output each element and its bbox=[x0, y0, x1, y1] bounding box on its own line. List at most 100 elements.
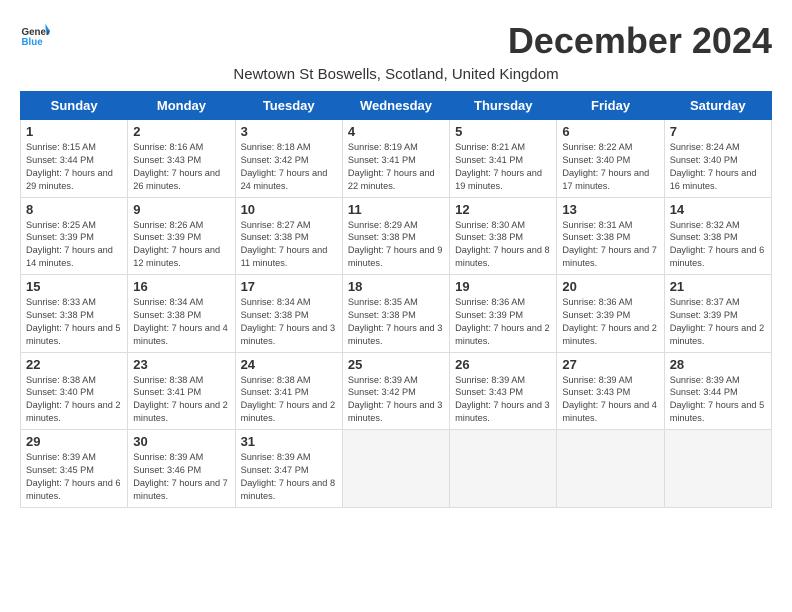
day-number: 17 bbox=[241, 279, 337, 294]
day-info: Sunrise: 8:37 AM Sunset: 3:39 PM Dayligh… bbox=[670, 296, 766, 348]
daylight-hours: Daylight: 7 hours and 16 minutes. bbox=[670, 168, 757, 191]
sunset-time: Sunset: 3:40 PM bbox=[670, 155, 738, 165]
sunrise-time: Sunrise: 8:38 AM bbox=[241, 375, 311, 385]
daylight-hours: Daylight: 7 hours and 11 minutes. bbox=[241, 245, 328, 268]
daylight-hours: Daylight: 7 hours and 8 minutes. bbox=[455, 245, 550, 268]
daylight-hours: Daylight: 7 hours and 2 minutes. bbox=[241, 400, 336, 423]
calendar-cell: 16 Sunrise: 8:34 AM Sunset: 3:38 PM Dayl… bbox=[128, 275, 235, 353]
calendar-cell: 22 Sunrise: 8:38 AM Sunset: 3:40 PM Dayl… bbox=[21, 352, 128, 430]
day-info: Sunrise: 8:36 AM Sunset: 3:39 PM Dayligh… bbox=[455, 296, 551, 348]
sunrise-time: Sunrise: 8:38 AM bbox=[133, 375, 203, 385]
calendar-cell: 29 Sunrise: 8:39 AM Sunset: 3:45 PM Dayl… bbox=[21, 430, 128, 508]
sunrise-time: Sunrise: 8:22 AM bbox=[562, 142, 632, 152]
calendar-cell bbox=[450, 430, 557, 508]
day-info: Sunrise: 8:35 AM Sunset: 3:38 PM Dayligh… bbox=[348, 296, 444, 348]
calendar-cell: 25 Sunrise: 8:39 AM Sunset: 3:42 PM Dayl… bbox=[342, 352, 449, 430]
sunrise-time: Sunrise: 8:31 AM bbox=[562, 220, 632, 230]
page-header: General Blue December 2024 bbox=[20, 20, 772, 62]
daylight-hours: Daylight: 7 hours and 17 minutes. bbox=[562, 168, 649, 191]
daylight-hours: Daylight: 7 hours and 2 minutes. bbox=[133, 400, 228, 423]
day-number: 25 bbox=[348, 357, 444, 372]
daylight-hours: Daylight: 7 hours and 12 minutes. bbox=[133, 245, 220, 268]
calendar-cell: 9 Sunrise: 8:26 AM Sunset: 3:39 PM Dayli… bbox=[128, 197, 235, 275]
day-number: 7 bbox=[670, 124, 766, 139]
sunset-time: Sunset: 3:39 PM bbox=[670, 310, 738, 320]
day-number: 14 bbox=[670, 202, 766, 217]
day-number: 30 bbox=[133, 434, 229, 449]
day-number: 29 bbox=[26, 434, 122, 449]
sunrise-time: Sunrise: 8:39 AM bbox=[348, 375, 418, 385]
sunset-time: Sunset: 3:39 PM bbox=[133, 232, 201, 242]
sunset-time: Sunset: 3:42 PM bbox=[241, 155, 309, 165]
sunrise-time: Sunrise: 8:15 AM bbox=[26, 142, 96, 152]
day-info: Sunrise: 8:19 AM Sunset: 3:41 PM Dayligh… bbox=[348, 141, 444, 193]
daylight-hours: Daylight: 7 hours and 7 minutes. bbox=[133, 478, 228, 501]
daylight-hours: Daylight: 7 hours and 19 minutes. bbox=[455, 168, 542, 191]
calendar-cell: 2 Sunrise: 8:16 AM Sunset: 3:43 PM Dayli… bbox=[128, 120, 235, 198]
calendar-cell: 4 Sunrise: 8:19 AM Sunset: 3:41 PM Dayli… bbox=[342, 120, 449, 198]
sunrise-time: Sunrise: 8:39 AM bbox=[241, 452, 311, 462]
daylight-hours: Daylight: 7 hours and 26 minutes. bbox=[133, 168, 220, 191]
calendar-cell: 17 Sunrise: 8:34 AM Sunset: 3:38 PM Dayl… bbox=[235, 275, 342, 353]
day-number: 18 bbox=[348, 279, 444, 294]
sunset-time: Sunset: 3:38 PM bbox=[348, 232, 416, 242]
sunrise-time: Sunrise: 8:21 AM bbox=[455, 142, 525, 152]
day-number: 26 bbox=[455, 357, 551, 372]
day-info: Sunrise: 8:30 AM Sunset: 3:38 PM Dayligh… bbox=[455, 219, 551, 271]
sunrise-time: Sunrise: 8:18 AM bbox=[241, 142, 311, 152]
sunset-time: Sunset: 3:47 PM bbox=[241, 465, 309, 475]
day-number: 28 bbox=[670, 357, 766, 372]
sunset-time: Sunset: 3:38 PM bbox=[241, 232, 309, 242]
day-info: Sunrise: 8:21 AM Sunset: 3:41 PM Dayligh… bbox=[455, 141, 551, 193]
sunset-time: Sunset: 3:41 PM bbox=[348, 155, 416, 165]
day-number: 19 bbox=[455, 279, 551, 294]
calendar-cell: 27 Sunrise: 8:39 AM Sunset: 3:43 PM Dayl… bbox=[557, 352, 664, 430]
sunset-time: Sunset: 3:38 PM bbox=[241, 310, 309, 320]
sunset-time: Sunset: 3:39 PM bbox=[455, 310, 523, 320]
calendar-cell: 20 Sunrise: 8:36 AM Sunset: 3:39 PM Dayl… bbox=[557, 275, 664, 353]
daylight-hours: Daylight: 7 hours and 22 minutes. bbox=[348, 168, 435, 191]
daylight-hours: Daylight: 7 hours and 29 minutes. bbox=[26, 168, 113, 191]
day-info: Sunrise: 8:22 AM Sunset: 3:40 PM Dayligh… bbox=[562, 141, 658, 193]
calendar-cell: 31 Sunrise: 8:39 AM Sunset: 3:47 PM Dayl… bbox=[235, 430, 342, 508]
sunrise-time: Sunrise: 8:37 AM bbox=[670, 297, 740, 307]
day-number: 20 bbox=[562, 279, 658, 294]
sunset-time: Sunset: 3:42 PM bbox=[348, 387, 416, 397]
daylight-hours: Daylight: 7 hours and 3 minutes. bbox=[348, 323, 443, 346]
day-number: 11 bbox=[348, 202, 444, 217]
day-info: Sunrise: 8:39 AM Sunset: 3:44 PM Dayligh… bbox=[670, 374, 766, 426]
sunset-time: Sunset: 3:38 PM bbox=[26, 310, 94, 320]
day-info: Sunrise: 8:24 AM Sunset: 3:40 PM Dayligh… bbox=[670, 141, 766, 193]
sunrise-time: Sunrise: 8:38 AM bbox=[26, 375, 96, 385]
calendar-week-row: 1 Sunrise: 8:15 AM Sunset: 3:44 PM Dayli… bbox=[21, 120, 772, 198]
page-subtitle: Newtown St Boswells, Scotland, United Ki… bbox=[20, 66, 772, 83]
logo: General Blue bbox=[20, 20, 50, 50]
day-number: 12 bbox=[455, 202, 551, 217]
day-info: Sunrise: 8:38 AM Sunset: 3:41 PM Dayligh… bbox=[241, 374, 337, 426]
day-info: Sunrise: 8:39 AM Sunset: 3:43 PM Dayligh… bbox=[562, 374, 658, 426]
day-info: Sunrise: 8:39 AM Sunset: 3:45 PM Dayligh… bbox=[26, 451, 122, 503]
day-info: Sunrise: 8:39 AM Sunset: 3:43 PM Dayligh… bbox=[455, 374, 551, 426]
calendar-cell: 13 Sunrise: 8:31 AM Sunset: 3:38 PM Dayl… bbox=[557, 197, 664, 275]
col-monday: Monday bbox=[128, 92, 235, 120]
sunset-time: Sunset: 3:38 PM bbox=[670, 232, 738, 242]
day-number: 15 bbox=[26, 279, 122, 294]
day-number: 9 bbox=[133, 202, 229, 217]
sunrise-time: Sunrise: 8:16 AM bbox=[133, 142, 203, 152]
sunrise-time: Sunrise: 8:34 AM bbox=[241, 297, 311, 307]
col-friday: Friday bbox=[557, 92, 664, 120]
daylight-hours: Daylight: 7 hours and 7 minutes. bbox=[562, 245, 657, 268]
logo-icon: General Blue bbox=[20, 20, 50, 50]
col-wednesday: Wednesday bbox=[342, 92, 449, 120]
calendar-cell bbox=[664, 430, 771, 508]
day-number: 31 bbox=[241, 434, 337, 449]
col-saturday: Saturday bbox=[664, 92, 771, 120]
calendar-cell: 21 Sunrise: 8:37 AM Sunset: 3:39 PM Dayl… bbox=[664, 275, 771, 353]
day-info: Sunrise: 8:15 AM Sunset: 3:44 PM Dayligh… bbox=[26, 141, 122, 193]
daylight-hours: Daylight: 7 hours and 5 minutes. bbox=[670, 400, 765, 423]
calendar-cell: 23 Sunrise: 8:38 AM Sunset: 3:41 PM Dayl… bbox=[128, 352, 235, 430]
sunset-time: Sunset: 3:43 PM bbox=[133, 155, 201, 165]
sunset-time: Sunset: 3:45 PM bbox=[26, 465, 94, 475]
col-thursday: Thursday bbox=[450, 92, 557, 120]
sunrise-time: Sunrise: 8:29 AM bbox=[348, 220, 418, 230]
